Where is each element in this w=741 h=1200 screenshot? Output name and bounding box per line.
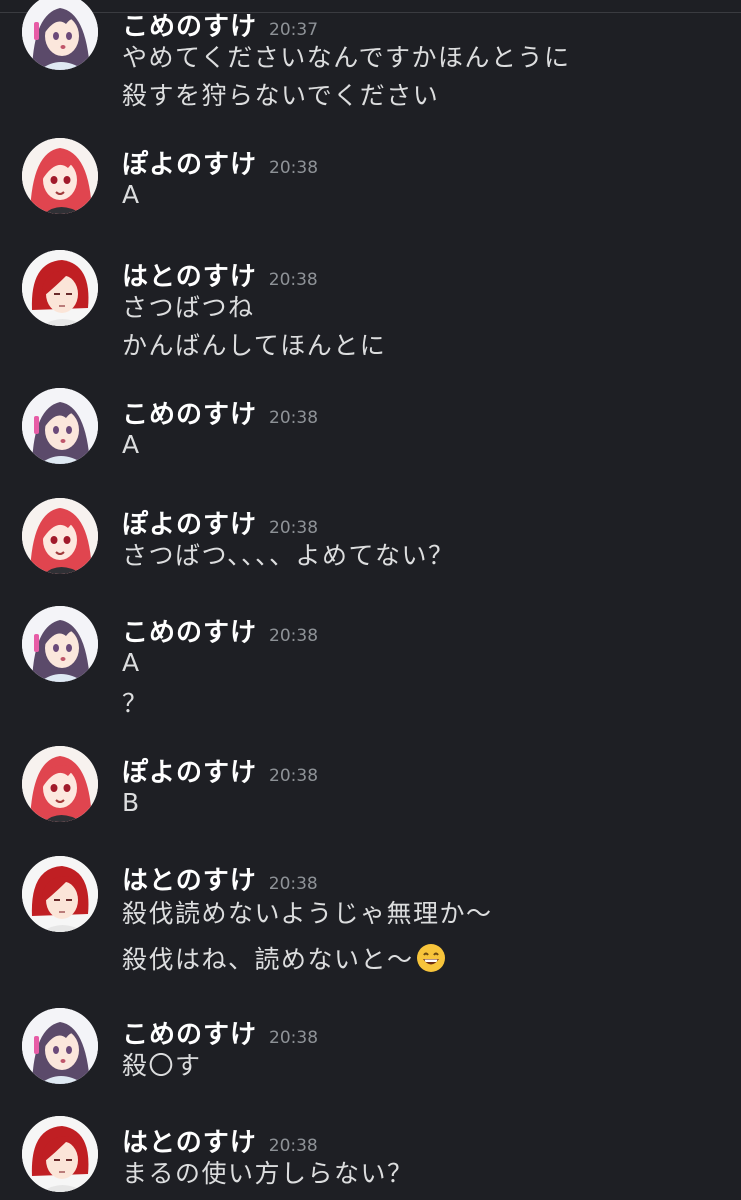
kome-avatar[interactable] [22,1008,98,1084]
message-header: こめのすけ 20:37 [122,6,318,42]
author-name[interactable]: ぽよのすけ [122,758,257,788]
timestamp[interactable]: 20:38 [269,158,318,178]
message-text: A [122,180,141,209]
timestamp[interactable]: 20:38 [269,518,318,538]
message-text: さつばつね [122,293,255,322]
timestamp[interactable]: 20:38 [269,270,318,290]
message-text: B [122,788,141,817]
message-header: はとのすけ 20:38 [122,860,318,896]
hato-avatar[interactable] [22,250,98,326]
author-name[interactable]: こめのすけ [122,618,257,648]
poyo-avatar[interactable] [22,138,98,214]
message-header: こめのすけ 20:38 [122,1014,318,1050]
message-text: 殺伐はね、読めないと〜 [122,940,446,976]
message-text: ？ [122,689,149,718]
hato-avatar[interactable] [22,856,98,932]
timestamp[interactable]: 20:37 [269,20,318,40]
hato-avatar[interactable] [22,1116,98,1192]
timestamp[interactable]: 20:38 [269,626,318,646]
message-header: はとのすけ 20:38 [122,1122,318,1158]
poyo-avatar[interactable] [22,746,98,822]
message-text: かんばんしてほんとに [122,331,387,360]
grinning-face-emoji [416,943,446,973]
poyo-avatar[interactable] [22,498,98,574]
message-text: まるの使い方しらない？ [122,1159,414,1188]
author-name[interactable]: はとのすけ [122,866,257,896]
message-header: ぽよのすけ 20:38 [122,752,318,788]
kome-avatar[interactable] [22,606,98,682]
message-header: はとのすけ 20:38 [122,256,318,292]
timestamp[interactable]: 20:38 [269,1028,318,1048]
message-header: ぽよのすけ 20:38 [122,144,318,180]
message-text: 殺すを狩らないでください [122,81,440,110]
timestamp[interactable]: 20:38 [269,1136,318,1156]
message-text: A [122,648,141,677]
timestamp[interactable]: 20:38 [269,766,318,786]
top-divider [0,12,741,13]
message-text: さつばつ、、、、よめてない？ [122,541,455,570]
message-text: A [122,430,141,459]
message-header: ぽよのすけ 20:38 [122,504,318,540]
kome-avatar[interactable] [22,0,98,70]
message-text: 殺〇す [122,1051,202,1080]
message-header: こめのすけ 20:38 [122,394,318,430]
kome-avatar[interactable] [22,388,98,464]
timestamp[interactable]: 20:38 [269,874,318,894]
author-name[interactable]: こめのすけ [122,400,257,430]
message-text: 殺伐読めないようじゃ無理か〜 [122,899,493,928]
author-name[interactable]: ぽよのすけ [122,150,257,180]
message-text: やめてくださいなんですかほんとうに [122,43,571,72]
message-header: こめのすけ 20:38 [122,612,318,648]
message-text-content: 殺伐はね、読めないと〜 [122,945,414,974]
timestamp[interactable]: 20:38 [269,408,318,428]
